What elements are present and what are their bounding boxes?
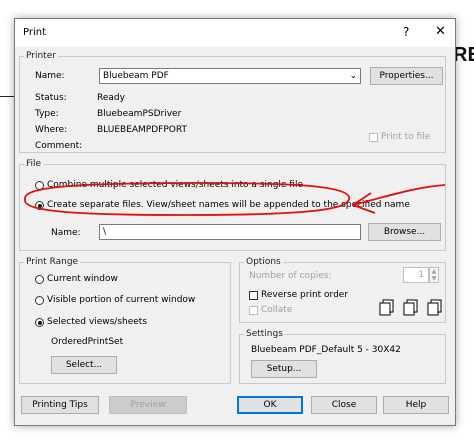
print-range-legend: Print Range <box>26 257 79 267</box>
collate-pages-icon-1 <box>379 299 394 316</box>
close-button[interactable]: Close <box>311 396 377 414</box>
copies-label: Number of copies: <box>249 271 332 281</box>
file-name-label: Name: <box>51 228 81 238</box>
comment-label: Comment: <box>35 141 83 151</box>
red-annotation-overlay <box>24 182 446 216</box>
title-bar: Print ? ✕ <box>15 19 455 47</box>
printer-legend: Printer <box>26 51 56 61</box>
type-value: BluebeamPSDriver <box>97 109 182 119</box>
current-window-radio[interactable] <box>35 275 44 284</box>
settings-value: Bluebeam PDF_Default 5 - 30X42 <box>251 345 401 355</box>
where-label: Where: <box>35 125 68 135</box>
setup-button[interactable]: Setup... <box>251 360 317 378</box>
print-dialog: Print ? ✕ Printer Name: Bluebeam PDF ⌄ P… <box>14 18 456 426</box>
copies-value: 1 <box>418 270 424 280</box>
annotation-arrow <box>352 184 446 214</box>
collate-pages-icon-3 <box>427 299 442 316</box>
where-value: BLUEBEAMPDFPORT <box>97 125 187 135</box>
dialog-title: Print <box>23 27 47 38</box>
current-window-label: Current window <box>47 274 118 284</box>
printing-tips-button[interactable]: Printing Tips <box>21 396 99 414</box>
visible-portion-label: Visible portion of current window <box>47 295 196 305</box>
status-label: Status: <box>35 93 67 103</box>
file-legend: File <box>26 159 42 169</box>
ok-button[interactable]: OK <box>237 396 303 414</box>
copies-spinner[interactable]: ▲ ▼ <box>429 267 439 283</box>
print-to-file-label: Print to file <box>381 132 431 142</box>
selected-views-label: Selected views/sheets <box>47 317 148 327</box>
preview-button[interactable]: Preview <box>109 396 187 414</box>
visible-portion-radio[interactable] <box>35 296 44 305</box>
printer-name-select[interactable]: Bluebeam PDF ⌄ <box>99 68 361 84</box>
chevron-down-icon: ⌄ <box>349 71 357 81</box>
printer-name-label: Name: <box>35 71 65 81</box>
status-value: Ready <box>97 93 125 103</box>
options-legend: Options <box>246 257 281 267</box>
background-heading-fragment: RE <box>453 44 474 66</box>
printer-name-value: Bluebeam PDF <box>103 71 169 81</box>
reverse-order-checkbox[interactable] <box>249 291 258 300</box>
select-button[interactable]: Select... <box>51 356 117 374</box>
print-set-name: OrderedPrintSet <box>51 337 124 347</box>
collate-pages-icon-2 <box>403 299 418 316</box>
print-to-file-checkbox[interactable] <box>369 133 378 142</box>
selected-views-radio[interactable] <box>35 318 44 327</box>
settings-legend: Settings <box>246 329 283 339</box>
annotation-ellipse <box>24 182 350 216</box>
help-icon[interactable]: ? <box>403 25 409 39</box>
properties-button[interactable]: Properties... <box>370 67 443 85</box>
collate-checkbox[interactable] <box>249 306 258 315</box>
copies-input[interactable]: 1 <box>403 267 429 283</box>
collate-label: Collate <box>261 305 293 315</box>
type-label: Type: <box>35 109 59 119</box>
close-icon[interactable]: ✕ <box>435 24 446 39</box>
reverse-order-label: Reverse print order <box>261 290 349 300</box>
help-button[interactable]: Help <box>383 396 449 414</box>
